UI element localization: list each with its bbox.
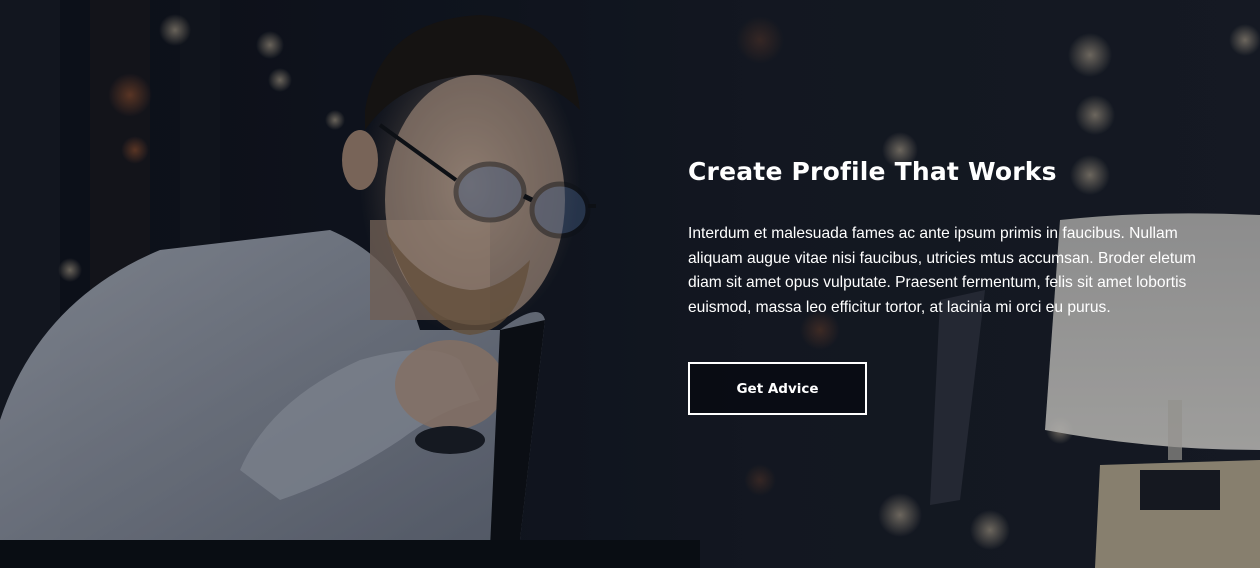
hero-description: Interdum et malesuada fames ac ante ipsu… [688, 225, 1196, 316]
hero-title: Create Profile That Works [688, 157, 1057, 186]
hero-section: Create Profile That Works Interdum et ma… [0, 0, 1260, 568]
hero-content: Create Profile That Works Interdum et ma… [688, 150, 1233, 415]
get-advice-button[interactable]: Get Advice [688, 362, 867, 415]
